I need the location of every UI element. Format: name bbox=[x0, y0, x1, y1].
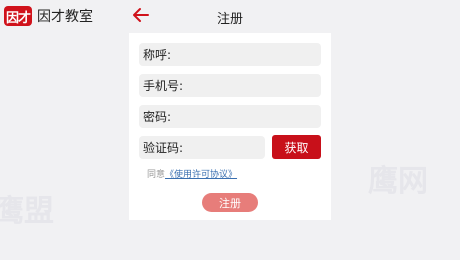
brand-logo: 因才 bbox=[4, 6, 32, 26]
get-code-button[interactable]: 获取 bbox=[272, 135, 321, 159]
agreement-text: 同意《使用许可协议》 bbox=[147, 167, 237, 180]
phone-field[interactable]: 手机号: bbox=[139, 74, 321, 97]
phone-label: 手机号: bbox=[143, 79, 184, 93]
brand: 因才 因才教室 bbox=[4, 6, 93, 26]
page-title: 注册 bbox=[216, 12, 243, 27]
brand-name: 因才教室 bbox=[37, 9, 93, 25]
watermark-left: 鹰盟 bbox=[0, 194, 54, 229]
register-button[interactable]: 注册 bbox=[202, 193, 258, 212]
arrow-left-icon[interactable] bbox=[131, 5, 151, 25]
register-card: 称呼: 手机号: 密码: 验证码: 获取 同意《使用许可协议》 注册 bbox=[129, 33, 331, 220]
password-label: 密码: bbox=[143, 110, 172, 124]
verification-code-field[interactable]: 验证码: bbox=[139, 136, 265, 159]
name-field[interactable]: 称呼: bbox=[139, 43, 321, 66]
agreement-prefix: 同意 bbox=[147, 170, 166, 180]
name-label: 称呼: bbox=[143, 48, 172, 62]
watermark-right: 鹰网 bbox=[368, 164, 428, 199]
verification-code-label: 验证码: bbox=[143, 141, 184, 155]
password-field[interactable]: 密码: bbox=[139, 105, 321, 128]
license-agreement-link[interactable]: 《使用许可协议》 bbox=[165, 170, 237, 180]
